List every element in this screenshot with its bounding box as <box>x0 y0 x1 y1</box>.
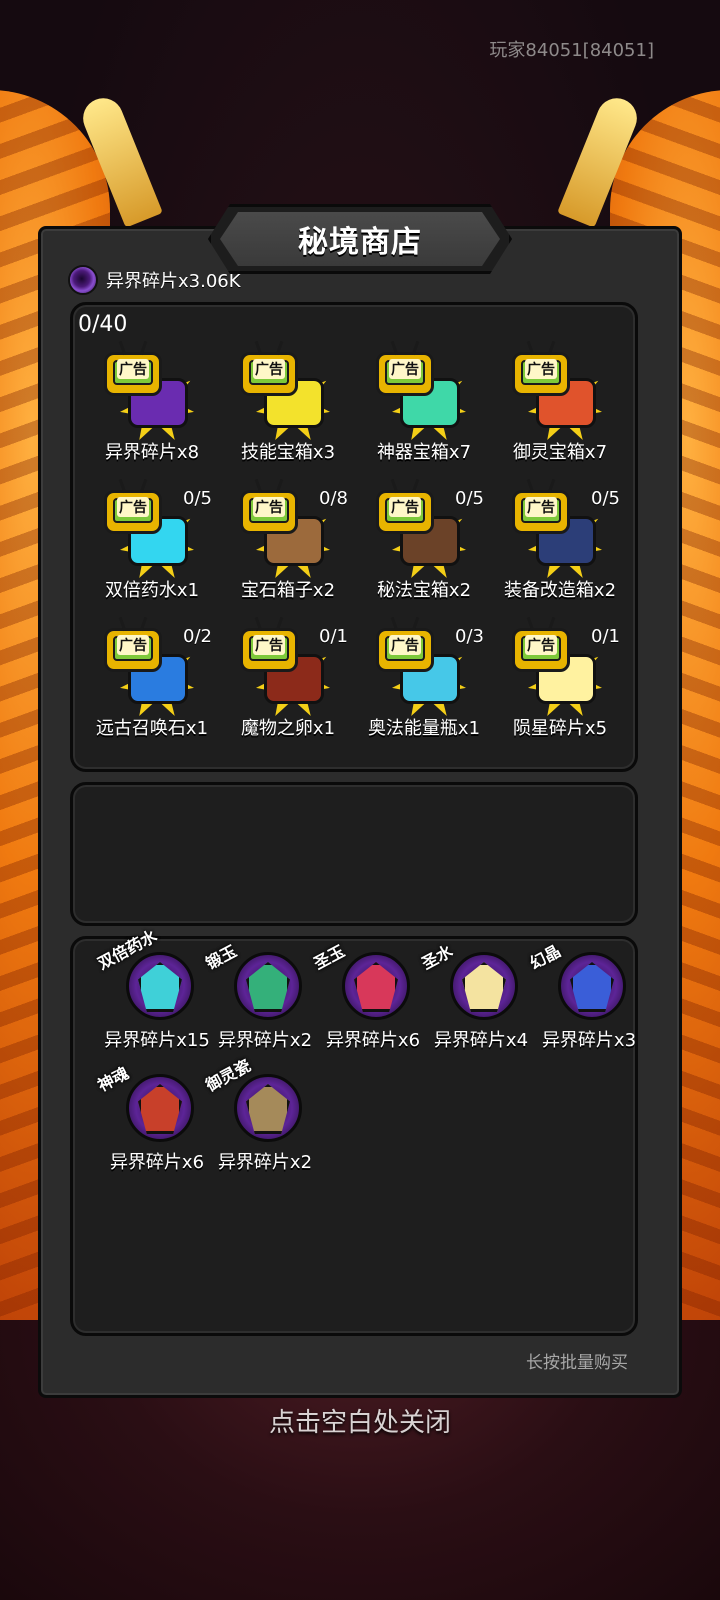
exchange-item[interactable]: 御灵瓷 异界碎片x2 <box>203 1056 318 1174</box>
ad-item-limit: 0/2 <box>183 626 212 647</box>
ad-badge: 广告 <box>525 635 557 655</box>
ad-shop-item[interactable]: 广告 0/5 秘法宝箱x2 <box>354 476 494 606</box>
ad-item-name: 奥法能量瓶x1 <box>367 718 481 739</box>
exchange-item[interactable]: 圣水 异界碎片x4 <box>419 941 534 1052</box>
ad-badge: 广告 <box>389 497 421 517</box>
ad-tv-icon: 广告 <box>512 352 570 396</box>
ad-item-limit: 0/5 <box>591 488 620 509</box>
ad-tv-icon: 广告 <box>240 352 298 396</box>
close-hint[interactable]: 点击空白处关闭 <box>0 1402 720 1439</box>
ad-badge: 广告 <box>389 359 421 379</box>
exchange-item[interactable]: 圣玉 异界碎片x6 <box>311 941 426 1052</box>
ad-shop-item[interactable]: 广告 0/1 魔物之卵x1 <box>218 614 358 744</box>
ad-badge: 广告 <box>525 359 557 379</box>
ad-tv-icon: 广告 <box>240 628 298 672</box>
ad-item-name: 魔物之卵x1 <box>240 718 336 739</box>
exchange-item[interactable]: 锻玉 异界碎片x2 <box>203 941 318 1052</box>
ad-item-name: 御灵宝箱x7 <box>512 442 608 463</box>
ad-tv-icon: 广告 <box>376 490 434 534</box>
ad-badge: 广告 <box>253 359 285 379</box>
ad-item-name: 陨星碎片x5 <box>512 718 608 739</box>
ad-counter: 0/40 <box>78 312 128 337</box>
ad-badge: 广告 <box>117 359 149 379</box>
ad-tv-icon: 广告 <box>376 352 434 396</box>
ad-tv-icon: 广告 <box>512 628 570 672</box>
ad-shop-item[interactable]: 广告御灵宝箱x7 <box>490 338 630 468</box>
ad-item-name: 秘法宝箱x2 <box>376 580 472 601</box>
ad-shop-item[interactable]: 广告神器宝箱x7 <box>354 338 494 468</box>
ad-item-name: 异界碎片x8 <box>104 442 200 463</box>
ad-item-limit: 0/1 <box>591 626 620 647</box>
ad-shop-item[interactable]: 广告技能宝箱x3 <box>218 338 358 468</box>
ad-tv-icon: 广告 <box>104 628 162 672</box>
ad-item-limit: 0/8 <box>319 488 348 509</box>
shop-title: 秘境商店 <box>298 225 422 260</box>
player-id: 玩家84051[84051] <box>489 40 654 61</box>
ad-item-limit: 0/5 <box>455 488 484 509</box>
ad-shop-item[interactable]: 广告 0/2 远古召唤石x1 <box>82 614 222 744</box>
ad-item-name: 远古召唤石x1 <box>95 718 209 739</box>
ad-item-name: 双倍药水x1 <box>104 580 200 601</box>
exchange-item-price: 异界碎片x2 <box>217 1152 313 1173</box>
exchange-item[interactable]: 双倍药水 异界碎片x15 <box>95 926 210 1052</box>
bulk-buy-hint: 长按批量购买 <box>526 1353 628 1373</box>
ad-item-limit: 0/5 <box>183 488 212 509</box>
ad-tv-icon: 广告 <box>104 352 162 396</box>
empty-section <box>70 782 638 926</box>
ad-item-name: 装备改造箱x2 <box>503 580 617 601</box>
ad-tv-icon: 广告 <box>512 490 570 534</box>
exchange-item[interactable]: 幻晶 异界碎片x3 <box>527 941 642 1052</box>
ad-shop-item[interactable]: 广告 0/1 陨星碎片x5 <box>490 614 630 744</box>
ad-item-limit: 0/3 <box>455 626 484 647</box>
exchange-item[interactable]: 神魂 异界碎片x6 <box>95 1063 210 1174</box>
shop-title-plate: 秘境商店 <box>208 204 512 274</box>
ad-tv-icon: 广告 <box>104 490 162 534</box>
exchange-item-price: 异界碎片x3 <box>541 1030 637 1051</box>
ad-shop-item[interactable]: 广告 0/5 装备改造箱x2 <box>490 476 630 606</box>
ad-badge: 广告 <box>117 635 149 655</box>
ad-badge: 广告 <box>253 497 285 517</box>
currency-display: 异界碎片x3.06K <box>68 265 241 295</box>
ad-tv-icon: 广告 <box>240 490 298 534</box>
ad-shop-item[interactable]: 广告异界碎片x8 <box>82 338 222 468</box>
ad-badge: 广告 <box>117 497 149 517</box>
ad-shop-item[interactable]: 广告 0/3 奥法能量瓶x1 <box>354 614 494 744</box>
void-shard-icon <box>68 265 98 295</box>
ad-shop-item[interactable]: 广告 0/5 双倍药水x1 <box>82 476 222 606</box>
ad-badge: 广告 <box>253 635 285 655</box>
ad-badge: 广告 <box>525 497 557 517</box>
ad-tv-icon: 广告 <box>376 628 434 672</box>
ad-item-name: 宝石箱子x2 <box>240 580 336 601</box>
currency-amount: 异界碎片x3.06K <box>106 271 241 292</box>
ad-item-name: 技能宝箱x3 <box>240 442 336 463</box>
ad-shop-item[interactable]: 广告 0/8 宝石箱子x2 <box>218 476 358 606</box>
ad-item-limit: 0/1 <box>319 626 348 647</box>
ad-item-name: 神器宝箱x7 <box>376 442 472 463</box>
ad-badge: 广告 <box>389 635 421 655</box>
